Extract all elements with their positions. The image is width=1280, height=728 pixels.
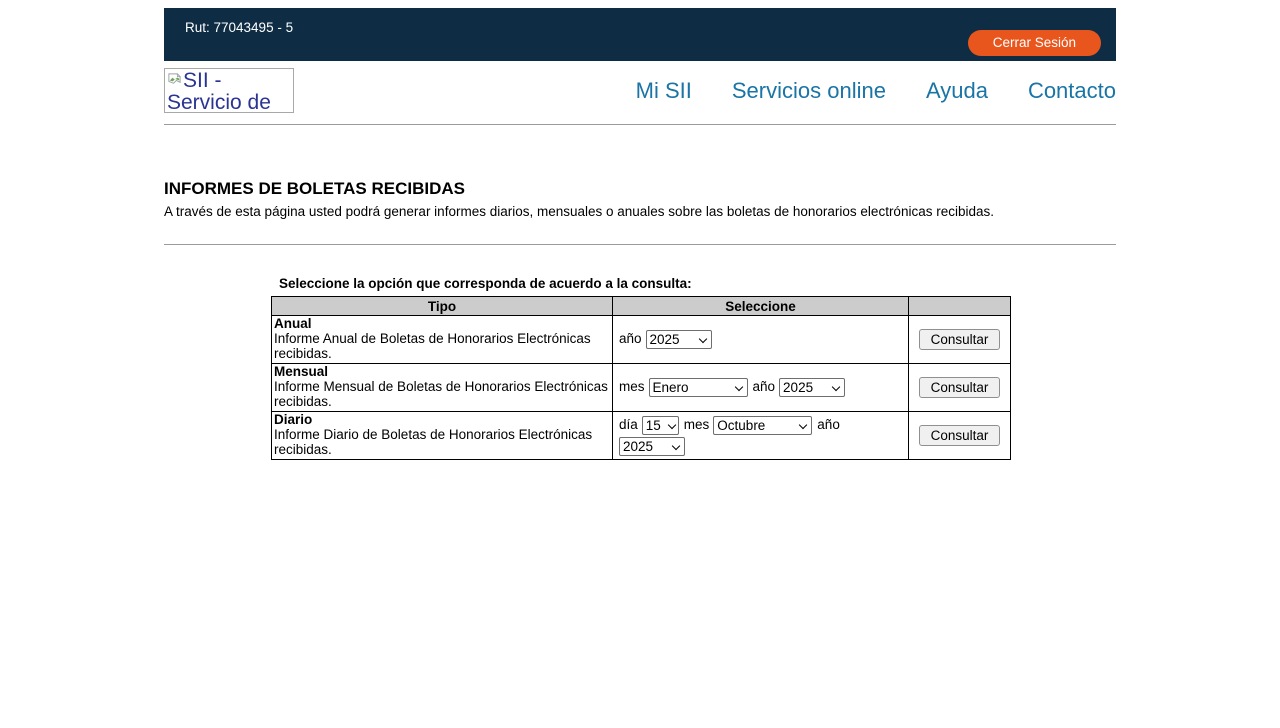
mensual-year-select-wrap: 2025 xyxy=(779,378,845,397)
nav-link-ayuda[interactable]: Ayuda xyxy=(926,78,988,104)
report-row-anual: Anual Informe Anual de Boletas de Honora… xyxy=(272,316,1011,364)
mensual-year-label: año xyxy=(753,379,776,394)
header-divider xyxy=(164,124,1116,125)
reports-table: Tipo Seleccione Anual Informe Anual de B… xyxy=(271,296,1011,460)
table-header-row: Tipo Seleccione xyxy=(272,297,1011,316)
mensual-month-select[interactable]: Enero xyxy=(649,378,748,397)
selection-prompt: Seleccione la opción que corresponda de … xyxy=(279,276,1116,291)
header-empty xyxy=(909,297,1011,316)
anual-select-cell: año 2025 xyxy=(613,316,909,364)
nav-link-mi-sii[interactable]: Mi SII xyxy=(636,78,692,104)
mensual-button-cell: Consultar xyxy=(909,364,1011,412)
mensual-type-description: Informe Mensual de Boletas de Honorarios… xyxy=(274,379,608,409)
header-seleccione: Seleccione xyxy=(613,297,909,316)
diario-selects-line1: día 15 mesOctubre año xyxy=(619,416,906,435)
diario-type-label: Diario xyxy=(274,412,312,427)
anual-consultar-button[interactable]: Consultar xyxy=(919,329,1001,350)
anual-type-description: Informe Anual de Boletas de Honorarios E… xyxy=(274,331,591,361)
broken-image-icon xyxy=(167,72,182,87)
diario-consultar-button[interactable]: Consultar xyxy=(919,425,1001,446)
mensual-year-select[interactable]: 2025 xyxy=(779,378,845,397)
mensual-month-label: mes xyxy=(619,379,645,394)
diario-year-select[interactable]: 2025 xyxy=(619,437,685,456)
diario-year-label: año xyxy=(817,417,840,432)
page-container: Rut: 77043495 - 5 Cerrar Sesión SII - Se… xyxy=(164,8,1116,460)
main-nav: Mi SII Servicios online Ayuda Contacto xyxy=(636,78,1116,104)
logo-image-placeholder[interactable]: SII - Servicio de xyxy=(164,68,294,113)
anual-button-cell: Consultar xyxy=(909,316,1011,364)
report-row-diario: Diario Informe Diario de Boletas de Hono… xyxy=(272,412,1011,460)
page-description: A través de esta página usted podrá gene… xyxy=(164,204,1116,219)
diario-month-select-wrap: Octubre xyxy=(713,416,812,435)
header-tipo: Tipo xyxy=(272,297,613,316)
mensual-type-label: Mensual xyxy=(274,364,328,379)
diario-type-description: Informe Diario de Boletas de Honorarios … xyxy=(274,427,592,457)
diario-year-select-wrap: 2025 xyxy=(619,437,685,456)
diario-day-select-wrap: 15 xyxy=(642,416,679,435)
diario-day-select[interactable]: 15 xyxy=(642,416,679,435)
anual-year-select-wrap: 2025 xyxy=(646,330,712,349)
rut-label: Rut: 77043495 - 5 xyxy=(185,20,293,35)
session-topbar: Rut: 77043495 - 5 Cerrar Sesión xyxy=(164,8,1116,61)
nav-link-servicios-online[interactable]: Servicios online xyxy=(732,78,886,104)
diario-month-select[interactable]: Octubre xyxy=(713,416,812,435)
anual-type-label: Anual xyxy=(274,316,312,331)
mensual-month-select-wrap: Enero xyxy=(649,378,748,397)
nav-link-contacto[interactable]: Contacto xyxy=(1028,78,1116,104)
anual-type-cell: Anual Informe Anual de Boletas de Honora… xyxy=(272,316,613,364)
diario-button-cell: Consultar xyxy=(909,412,1011,460)
report-row-mensual: Mensual Informe Mensual de Boletas de Ho… xyxy=(272,364,1011,412)
diario-selects-line2: 2025 xyxy=(619,437,906,456)
site-header: SII - Servicio de Mi SII Servicios onlin… xyxy=(164,68,1116,113)
mensual-select-cell: mes Enero año2025 xyxy=(613,364,909,412)
diario-day-label: día xyxy=(619,417,638,432)
content-divider xyxy=(164,244,1116,245)
diario-select-cell: día 15 mesOctubre año 2025 xyxy=(613,412,909,460)
anual-year-label: año xyxy=(619,331,642,346)
page-title: INFORMES DE BOLETAS RECIBIDAS xyxy=(164,179,1116,199)
mensual-consultar-button[interactable]: Consultar xyxy=(919,377,1001,398)
logo-alt-text: SII - Servicio de xyxy=(167,69,271,113)
anual-year-select[interactable]: 2025 xyxy=(646,330,712,349)
mensual-type-cell: Mensual Informe Mensual de Boletas de Ho… xyxy=(272,364,613,412)
diario-type-cell: Diario Informe Diario de Boletas de Hono… xyxy=(272,412,613,460)
logout-button[interactable]: Cerrar Sesión xyxy=(968,30,1101,56)
diario-month-label: mes xyxy=(684,417,710,432)
